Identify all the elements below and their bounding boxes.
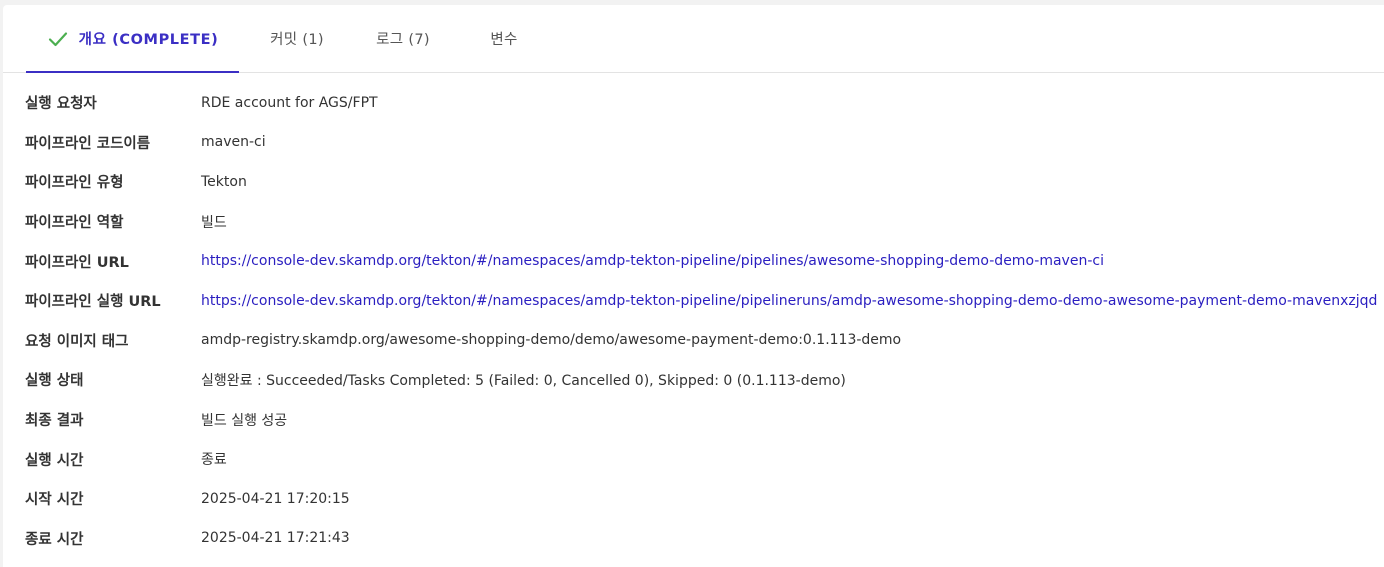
tab-bar: 개요 (COMPLETE) 커밋 (1) 로그 (7) 변수: [3, 5, 1384, 73]
detail-value: RDE account for AGS/FPT: [201, 94, 378, 111]
tab-overview-label: 개요 (COMPLETE): [78, 32, 219, 48]
detail-value: 2025-04-21 17:21:43: [201, 530, 350, 547]
detail-label: 종료 시간: [25, 531, 84, 548]
detail-value: Tekton: [201, 173, 247, 190]
detail-label: 파이프라인 유형: [25, 175, 124, 192]
detail-row-pipeline-code-name: 파이프라인 코드이름 maven-ci: [3, 123, 1384, 163]
detail-label: 파이프라인 실행 URL: [25, 294, 161, 311]
pipeline-run-url-link[interactable]: https://console-dev.skamdp.org/tekton/#/…: [201, 293, 1377, 309]
detail-value: 2025-04-21 17:20:15: [201, 490, 350, 507]
detail-row-image-tag: 요청 이미지 태그 amdp-registry.skamdp.org/aweso…: [3, 321, 1384, 361]
detail-value: amdp-registry.skamdp.org/awesome-shoppin…: [201, 332, 902, 349]
tab-logs-label: 로그 (7): [376, 32, 430, 48]
detail-value: 종료: [201, 452, 227, 469]
tab-commits[interactable]: 커밋 (1): [248, 5, 346, 72]
detail-row-start-time: 시작 시간 2025-04-21 17:20:15: [3, 479, 1384, 519]
detail-row-run-time: 실행 시간 종료: [3, 439, 1384, 479]
detail-label: 최종 결과: [25, 413, 84, 430]
detail-label: 시작 시간: [25, 492, 84, 509]
detail-row-pipeline-role: 파이프라인 역할 빌드: [3, 202, 1384, 242]
detail-value: 실행완료 : Succeeded/Tasks Completed: 5 (Fai…: [201, 372, 846, 389]
pipeline-run-detail-card: 개요 (COMPLETE) 커밋 (1) 로그 (7) 변수 실행 요청자 RD…: [3, 5, 1384, 567]
tab-variables[interactable]: 변수: [460, 5, 548, 72]
tab-commits-label: 커밋 (1): [270, 32, 324, 48]
detail-row-end-time: 종료 시간 2025-04-21 17:21:43: [3, 519, 1384, 559]
detail-label: 실행 상태: [25, 373, 84, 390]
tab-variables-label: 변수: [490, 32, 518, 48]
detail-value: maven-ci: [201, 134, 266, 151]
detail-value: 빌드: [201, 214, 227, 231]
detail-label: 실행 시간: [25, 452, 84, 469]
detail-row-pipeline-run-url: 파이프라인 실행 URL https://console-dev.skamdp.…: [3, 281, 1384, 321]
detail-row-requester: 실행 요청자 RDE account for AGS/FPT: [3, 83, 1384, 123]
detail-row-pipeline-type: 파이프라인 유형 Tekton: [3, 162, 1384, 202]
detail-value: 빌드 실행 성공: [201, 412, 288, 429]
detail-list: 실행 요청자 RDE account for AGS/FPT 파이프라인 코드이…: [3, 83, 1384, 558]
detail-label: 파이프라인 URL: [25, 254, 129, 271]
detail-row-pipeline-url: 파이프라인 URL https://console-dev.skamdp.org…: [3, 241, 1384, 281]
detail-row-final-result: 최종 결과 빌드 실행 성공: [3, 400, 1384, 440]
check-icon: [47, 28, 69, 50]
detail-label: 파이프라인 역할: [25, 215, 124, 232]
pipeline-url-link[interactable]: https://console-dev.skamdp.org/tekton/#/…: [201, 253, 1104, 269]
detail-label: 요청 이미지 태그: [25, 333, 129, 350]
detail-label: 실행 요청자: [25, 96, 97, 113]
tab-overview[interactable]: 개요 (COMPLETE): [26, 5, 239, 73]
tab-logs[interactable]: 로그 (7): [355, 5, 451, 72]
detail-label: 파이프라인 코드이름: [25, 135, 151, 152]
detail-row-run-status: 실행 상태 실행완료 : Succeeded/Tasks Completed: …: [3, 360, 1384, 400]
